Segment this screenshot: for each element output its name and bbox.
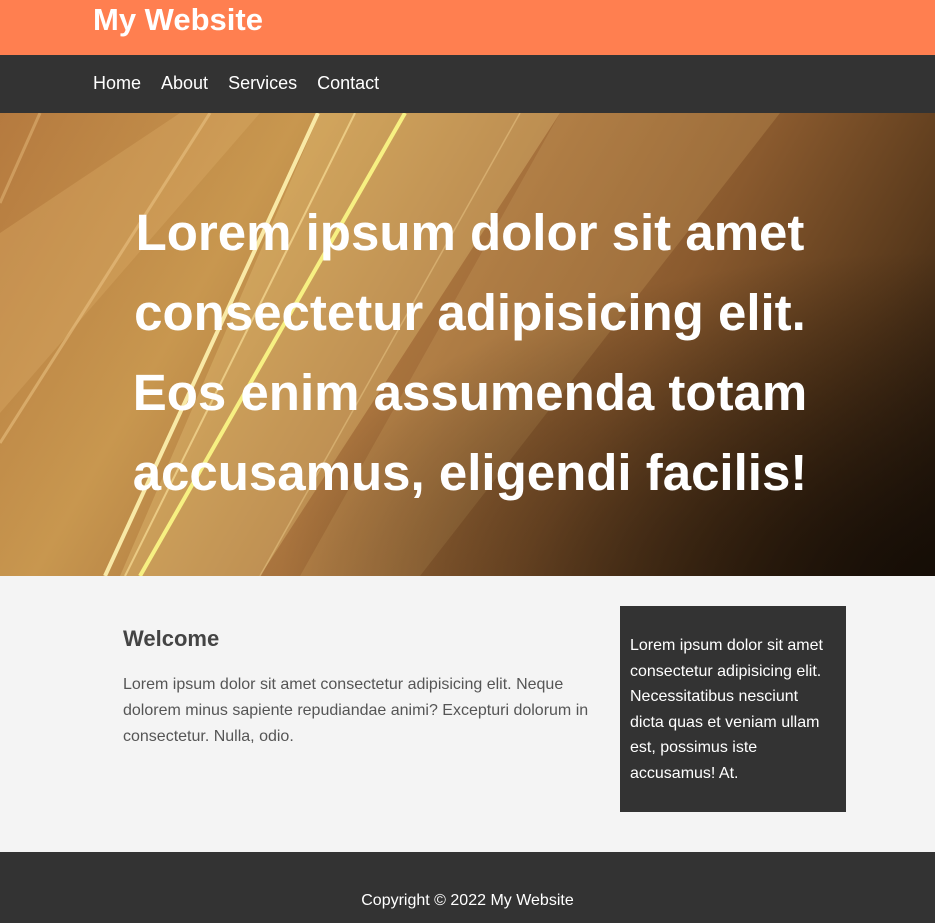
site-header: My Website: [0, 0, 935, 55]
sidebar-text: Lorem ipsum dolor sit amet consectetur a…: [630, 637, 823, 782]
copyright-text: Copyright © 2022 My Website: [361, 892, 574, 909]
site-title: My Website: [93, 2, 263, 37]
welcome-heading: Welcome: [123, 626, 220, 651]
welcome-paragraph: Lorem ipsum dolor sit amet consectetur a…: [123, 676, 589, 745]
main-nav: Home About Services Contact: [0, 55, 935, 113]
nav-link-contact[interactable]: Contact: [317, 73, 379, 93]
nav-link-about[interactable]: About: [161, 73, 208, 93]
nav-item-contact: Contact: [317, 72, 379, 94]
nav-item-about: About: [161, 72, 208, 94]
nav-item-home: Home: [93, 72, 141, 94]
nav-list: Home About Services Contact: [93, 72, 379, 94]
site-footer: Copyright © 2022 My Website: [0, 852, 935, 923]
nav-link-home[interactable]: Home: [93, 73, 141, 93]
nav-item-services: Services: [228, 72, 297, 94]
main-content: Welcome Lorem ipsum dolor sit amet conse…: [0, 576, 935, 852]
hero-section: Lorem ipsum dolor sit amet consectetur a…: [0, 113, 935, 576]
sidebar-box: Lorem ipsum dolor sit amet consectetur a…: [620, 606, 846, 812]
nav-link-services[interactable]: Services: [228, 73, 297, 93]
hero-headline: Lorem ipsum dolor sit amet consectetur a…: [132, 204, 808, 501]
